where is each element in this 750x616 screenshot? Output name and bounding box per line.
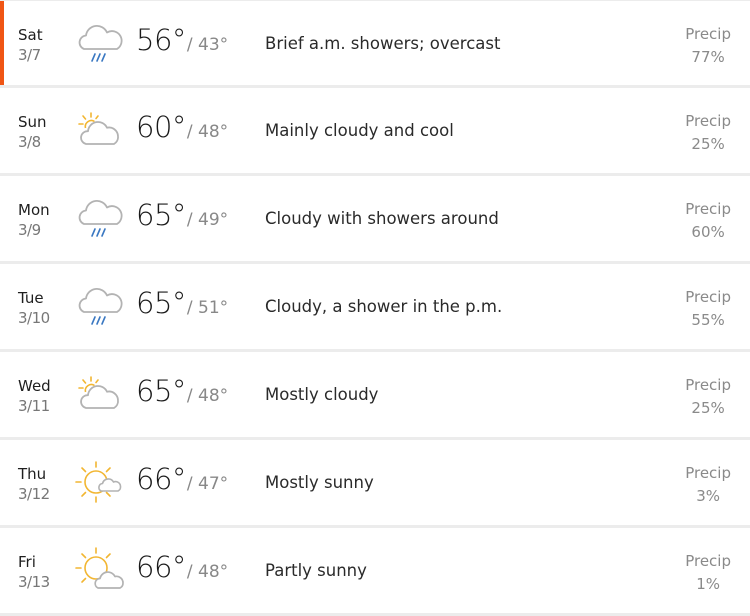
date: 3/8 bbox=[18, 133, 41, 151]
daily-forecast-list: Sat 3/7 56°/ 43° Brief a.m. showers; ove… bbox=[0, 0, 750, 616]
low-temp: / 47° bbox=[186, 474, 229, 494]
partly-sunny-icon bbox=[75, 547, 124, 589]
date: 3/9 bbox=[18, 221, 41, 239]
high-temp: 60° bbox=[136, 110, 186, 144]
high-temp: 65° bbox=[136, 374, 186, 408]
high-temp: 66° bbox=[136, 550, 186, 584]
temperatures: 66°/ 47° bbox=[136, 462, 228, 496]
date: 3/13 bbox=[18, 573, 50, 591]
condition-description: Partly sunny bbox=[265, 561, 367, 580]
low-temp: / 48° bbox=[186, 562, 229, 582]
temperatures: 56°/ 43° bbox=[136, 23, 228, 57]
day-of-week: Sat bbox=[18, 26, 43, 44]
date: 3/11 bbox=[18, 397, 50, 415]
low-temp: / 43° bbox=[186, 35, 229, 55]
precip-label: Precip bbox=[685, 464, 731, 482]
temperatures: 65°/ 49° bbox=[136, 198, 228, 232]
high-temp: 66° bbox=[136, 462, 186, 496]
day-cell: Tue 3/10 bbox=[18, 288, 50, 328]
forecast-row[interactable]: Thu 3/12 66°/ 47° Mostly sunny Precip 3% bbox=[0, 440, 750, 528]
precip-block: Precip 77% bbox=[685, 23, 731, 69]
forecast-row[interactable]: Sun 3/8 60°/ 48° Mainly cloudy and cool … bbox=[0, 88, 750, 176]
temperatures: 60°/ 48° bbox=[136, 110, 228, 144]
temperatures: 65°/ 51° bbox=[136, 286, 228, 320]
mostly-sunny-icon bbox=[75, 461, 122, 503]
high-temp: 65° bbox=[136, 286, 186, 320]
precip-block: Precip 25% bbox=[685, 374, 731, 420]
precip-block: Precip 55% bbox=[685, 286, 731, 332]
date: 3/7 bbox=[18, 46, 41, 64]
forecast-row[interactable]: Fri 3/13 66°/ 48° Partly sunny Precip 1% bbox=[0, 528, 750, 616]
precip-block: Precip 3% bbox=[685, 462, 731, 508]
rain-cloud-icon bbox=[78, 199, 123, 237]
forecast-row[interactable]: Sat 3/7 56°/ 43° Brief a.m. showers; ove… bbox=[0, 0, 750, 88]
rain-cloud-icon bbox=[78, 24, 123, 62]
date: 3/12 bbox=[18, 485, 50, 503]
high-temp: 56° bbox=[136, 23, 186, 57]
precip-label: Precip bbox=[685, 552, 731, 570]
day-cell: Sat 3/7 bbox=[18, 25, 43, 65]
day-cell: Fri 3/13 bbox=[18, 552, 50, 592]
precip-block: Precip 1% bbox=[685, 550, 731, 596]
forecast-row[interactable]: Wed 3/11 65°/ 48° Mostly cloudy Precip 2… bbox=[0, 352, 750, 440]
precip-block: Precip 25% bbox=[685, 110, 731, 156]
precip-block: Precip 60% bbox=[685, 198, 731, 244]
rain-cloud-icon bbox=[78, 287, 123, 325]
day-of-week: Tue bbox=[18, 289, 44, 307]
date: 3/10 bbox=[18, 309, 50, 327]
condition-description: Mostly sunny bbox=[265, 473, 374, 492]
day-cell: Mon 3/9 bbox=[18, 200, 50, 240]
precip-label: Precip bbox=[685, 376, 731, 394]
condition-description: Mainly cloudy and cool bbox=[265, 121, 454, 140]
low-temp: / 51° bbox=[186, 298, 229, 318]
temperatures: 66°/ 48° bbox=[136, 550, 228, 584]
high-temp: 65° bbox=[136, 198, 186, 232]
condition-description: Cloudy, a shower in the p.m. bbox=[265, 297, 503, 316]
low-temp: / 48° bbox=[186, 386, 229, 406]
precip-value: 60% bbox=[691, 223, 725, 241]
day-cell: Sun 3/8 bbox=[18, 112, 47, 152]
mostly-cloudy-icon bbox=[78, 112, 119, 145]
low-temp: / 48° bbox=[186, 122, 229, 142]
precip-value: 3% bbox=[696, 487, 720, 505]
precip-value: 25% bbox=[691, 135, 725, 153]
day-of-week: Mon bbox=[18, 201, 50, 219]
precip-label: Precip bbox=[685, 288, 731, 306]
condition-description: Brief a.m. showers; overcast bbox=[265, 34, 501, 53]
mostly-cloudy-icon bbox=[78, 376, 119, 409]
day-of-week: Sun bbox=[18, 113, 47, 131]
forecast-row[interactable]: Mon 3/9 65°/ 49° Cloudy with showers aro… bbox=[0, 176, 750, 264]
forecast-row[interactable]: Tue 3/10 65°/ 51° Cloudy, a shower in th… bbox=[0, 264, 750, 352]
condition-description: Mostly cloudy bbox=[265, 385, 379, 404]
temperatures: 65°/ 48° bbox=[136, 374, 228, 408]
day-of-week: Wed bbox=[18, 377, 51, 395]
precip-label: Precip bbox=[685, 200, 731, 218]
precip-value: 1% bbox=[696, 575, 720, 593]
day-cell: Wed 3/11 bbox=[18, 376, 51, 416]
precip-value: 55% bbox=[691, 311, 725, 329]
low-temp: / 49° bbox=[186, 210, 229, 230]
day-cell: Thu 3/12 bbox=[18, 464, 50, 504]
precip-label: Precip bbox=[685, 112, 731, 130]
precip-label: Precip bbox=[685, 25, 731, 43]
precip-value: 25% bbox=[691, 399, 725, 417]
day-of-week: Fri bbox=[18, 553, 36, 571]
precip-value: 77% bbox=[691, 48, 725, 66]
day-of-week: Thu bbox=[18, 465, 47, 483]
condition-description: Cloudy with showers around bbox=[265, 209, 499, 228]
